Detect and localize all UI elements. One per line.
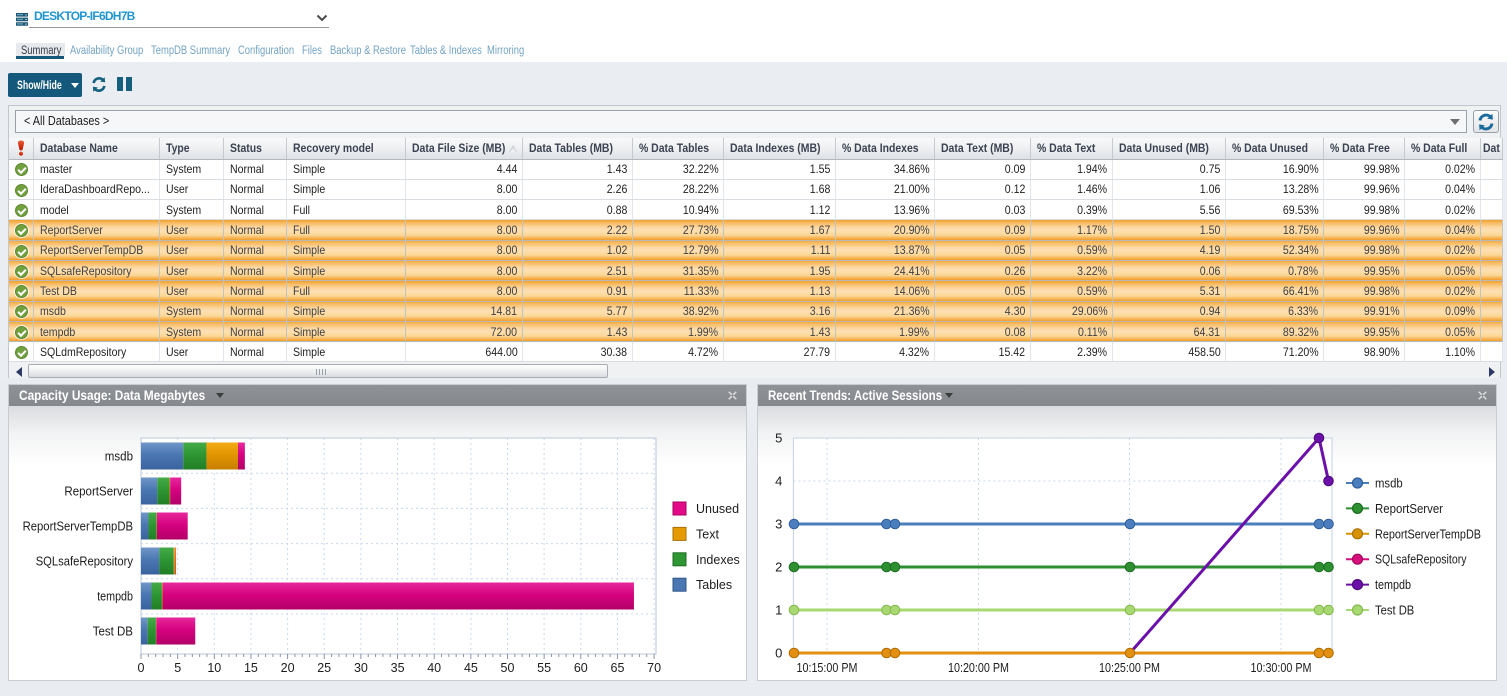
svg-text:5: 5 [174, 661, 181, 675]
svg-text:2: 2 [775, 560, 782, 575]
svg-text:30: 30 [354, 661, 368, 675]
svg-text:10:15:00 PM: 10:15:00 PM [797, 661, 858, 675]
svg-text:Test DB: Test DB [93, 625, 133, 639]
svg-text:60: 60 [574, 661, 588, 675]
svg-text:tempdb: tempdb [97, 590, 133, 604]
svg-text:50: 50 [501, 661, 515, 675]
svg-text:msdb: msdb [105, 450, 133, 464]
svg-text:tempdb: tempdb [1375, 578, 1411, 592]
svg-text:4: 4 [775, 474, 782, 489]
svg-text:5: 5 [775, 431, 782, 446]
svg-text:Test DB: Test DB [1375, 604, 1414, 618]
svg-text:10:30:00 PM: 10:30:00 PM [1251, 661, 1312, 675]
svg-text:35: 35 [391, 661, 405, 675]
svg-text:Tables: Tables [696, 578, 732, 592]
svg-text:55: 55 [537, 661, 551, 675]
svg-text:0: 0 [138, 661, 145, 675]
svg-text:65: 65 [611, 661, 625, 675]
svg-text:10:25:00 PM: 10:25:00 PM [1099, 661, 1160, 675]
svg-text:3: 3 [775, 517, 782, 532]
svg-text:Indexes: Indexes [696, 553, 740, 567]
svg-text:ReportServer: ReportServer [1375, 502, 1443, 516]
svg-text:25: 25 [317, 661, 331, 675]
svg-text:Unused: Unused [696, 502, 739, 516]
svg-text:SQLsafeRepository: SQLsafeRepository [36, 555, 134, 569]
svg-text:15: 15 [244, 661, 258, 675]
svg-text:70: 70 [647, 661, 661, 675]
svg-text:Text: Text [696, 527, 719, 541]
svg-text:0: 0 [775, 646, 782, 661]
svg-text:40: 40 [427, 661, 441, 675]
svg-text:20: 20 [281, 661, 295, 675]
svg-text:1: 1 [775, 603, 782, 618]
svg-text:ReportServerTempDB: ReportServerTempDB [23, 520, 133, 534]
svg-text:ReportServer: ReportServer [64, 485, 133, 499]
svg-text:10: 10 [207, 661, 221, 675]
svg-text:ReportServerTempDB: ReportServerTempDB [1375, 527, 1481, 541]
svg-text:45: 45 [464, 661, 478, 675]
svg-text:10:20:00 PM: 10:20:00 PM [948, 661, 1009, 675]
svg-text:msdb: msdb [1375, 477, 1403, 491]
svg-text:SQLsafeRepository: SQLsafeRepository [1375, 553, 1467, 567]
